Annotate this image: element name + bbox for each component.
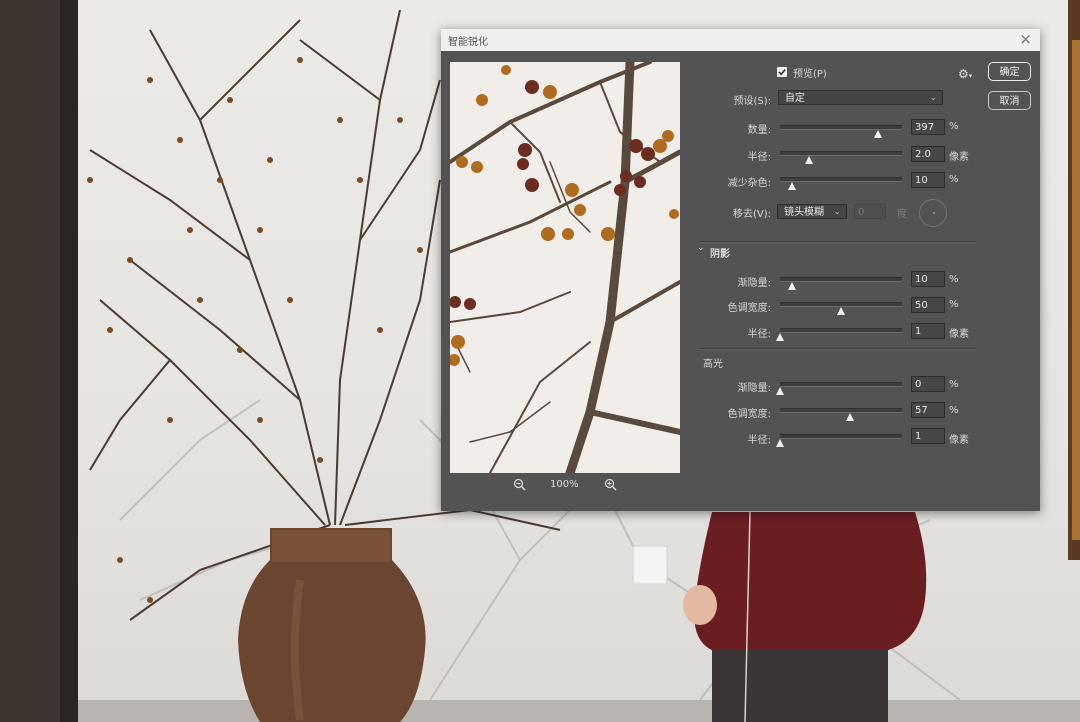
zoom-level: 100% <box>550 479 579 490</box>
chevron-down-icon[interactable]: ⌄ <box>697 243 705 253</box>
shadows-tonal-width-unit: % <box>949 299 959 310</box>
checkmark-icon <box>778 68 786 76</box>
smart-sharpen-dialog: 智能锐化 × 100% 预览(P) ⚙▾ 确定 取消 预设(S): 自定 ⌄ 数… <box>441 29 1040 511</box>
shadows-tonal-width-slider[interactable] <box>780 302 902 315</box>
preview-image[interactable] <box>450 62 680 473</box>
remove-value: 镜头模糊 <box>784 207 824 218</box>
highlights-fade-slider-thumb[interactable] <box>776 387 784 395</box>
radius-unit: 像素 <box>949 152 969 163</box>
reduce-noise-input[interactable]: 10 <box>911 172 945 188</box>
highlights-fade-label: 渐隐量: <box>737 383 771 394</box>
highlights-tonal-width-input[interactable]: 57 <box>911 402 945 418</box>
angle-input[interactable]: 0 <box>854 204 886 219</box>
preview-checkbox[interactable] <box>777 67 787 77</box>
highlights-radius-input[interactable]: 1 <box>911 428 945 444</box>
chevron-down-icon: ⌄ <box>833 207 841 217</box>
amount-slider[interactable] <box>780 125 902 138</box>
shadows-tonal-width-input[interactable]: 50 <box>911 297 945 313</box>
section-divider <box>700 241 976 243</box>
highlights-tonal-width-unit: % <box>949 405 959 416</box>
amount-unit: % <box>949 121 959 132</box>
shadows-fade-slider-thumb[interactable] <box>788 282 797 290</box>
reduce-noise-label: 减少杂色: <box>727 178 771 189</box>
highlights-tonal-width-label: 色调宽度: <box>727 409 771 420</box>
shadows-radius-slider[interactable] <box>776 328 902 341</box>
preview-art <box>450 62 680 473</box>
highlights-fade-input[interactable]: 0 <box>911 376 945 392</box>
cancel-button[interactable]: 取消 <box>988 91 1031 110</box>
radius-input[interactable]: 2.0 <box>911 146 945 162</box>
section-divider <box>700 348 976 350</box>
preset-select[interactable]: 自定 ⌄ <box>778 90 943 105</box>
angle-dial-dot <box>933 212 935 214</box>
shadows-tonal-width-label: 色调宽度: <box>727 303 771 314</box>
amount-input[interactable]: 397 <box>911 119 945 135</box>
dialog-titlebar[interactable]: 智能锐化 × <box>441 29 1040 51</box>
highlights-radius-slider[interactable] <box>776 434 902 447</box>
reduce-noise-slider-thumb[interactable] <box>788 182 797 190</box>
preset-label: 预设(S): <box>733 96 771 107</box>
ok-button[interactable]: 确定 <box>988 62 1031 81</box>
amount-label: 数量: <box>747 125 771 136</box>
shadows-radius-input[interactable]: 1 <box>911 323 945 339</box>
preset-value: 自定 <box>785 93 805 104</box>
radius-label: 半径: <box>747 152 771 163</box>
remove-select[interactable]: 镜头模糊 ⌄ <box>777 204 847 219</box>
dialog-title: 智能锐化 <box>448 37 488 48</box>
reduce-noise-unit: % <box>949 174 959 185</box>
shadows-fade-input[interactable]: 10 <box>911 271 945 287</box>
close-icon[interactable]: × <box>1019 30 1032 48</box>
zoom-out-icon[interactable] <box>513 478 526 494</box>
shadows-heading: 阴影 <box>710 249 730 260</box>
angle-dial[interactable] <box>919 199 947 227</box>
highlights-fade-slider[interactable] <box>776 382 902 395</box>
shadows-radius-unit: 像素 <box>949 329 969 340</box>
shadows-fade-slider[interactable] <box>780 277 902 290</box>
highlights-fade-unit: % <box>949 379 959 390</box>
radius-slider[interactable] <box>780 151 902 164</box>
highlights-radius-unit: 像素 <box>949 435 969 446</box>
zoom-in-icon[interactable] <box>604 478 617 494</box>
radius-slider-thumb[interactable] <box>805 156 814 164</box>
remove-label: 移去(V): <box>732 209 771 220</box>
highlights-radius-slider-thumb[interactable] <box>776 439 784 447</box>
gear-icon[interactable]: ⚙▾ <box>958 67 972 81</box>
zoom-controls: 100% <box>441 478 689 494</box>
preview-checkbox-label: 预览(P) <box>793 69 827 80</box>
highlights-tonal-width-slider[interactable] <box>780 408 902 421</box>
highlights-heading: 高光 <box>703 359 723 370</box>
shadows-fade-label: 渐隐量: <box>737 278 771 289</box>
highlights-tonal-width-slider-thumb[interactable] <box>845 413 854 421</box>
amount-slider-thumb[interactable] <box>873 130 882 138</box>
highlights-radius-label: 半径: <box>747 435 771 446</box>
shadows-radius-label: 半径: <box>747 329 771 340</box>
reduce-noise-slider[interactable] <box>780 177 902 190</box>
chevron-down-icon: ⌄ <box>929 93 937 103</box>
shadows-fade-unit: % <box>949 274 959 285</box>
angle-unit: 度 <box>897 209 907 220</box>
shadows-radius-slider-thumb[interactable] <box>776 333 784 341</box>
shadows-tonal-width-slider-thumb[interactable] <box>837 307 845 315</box>
